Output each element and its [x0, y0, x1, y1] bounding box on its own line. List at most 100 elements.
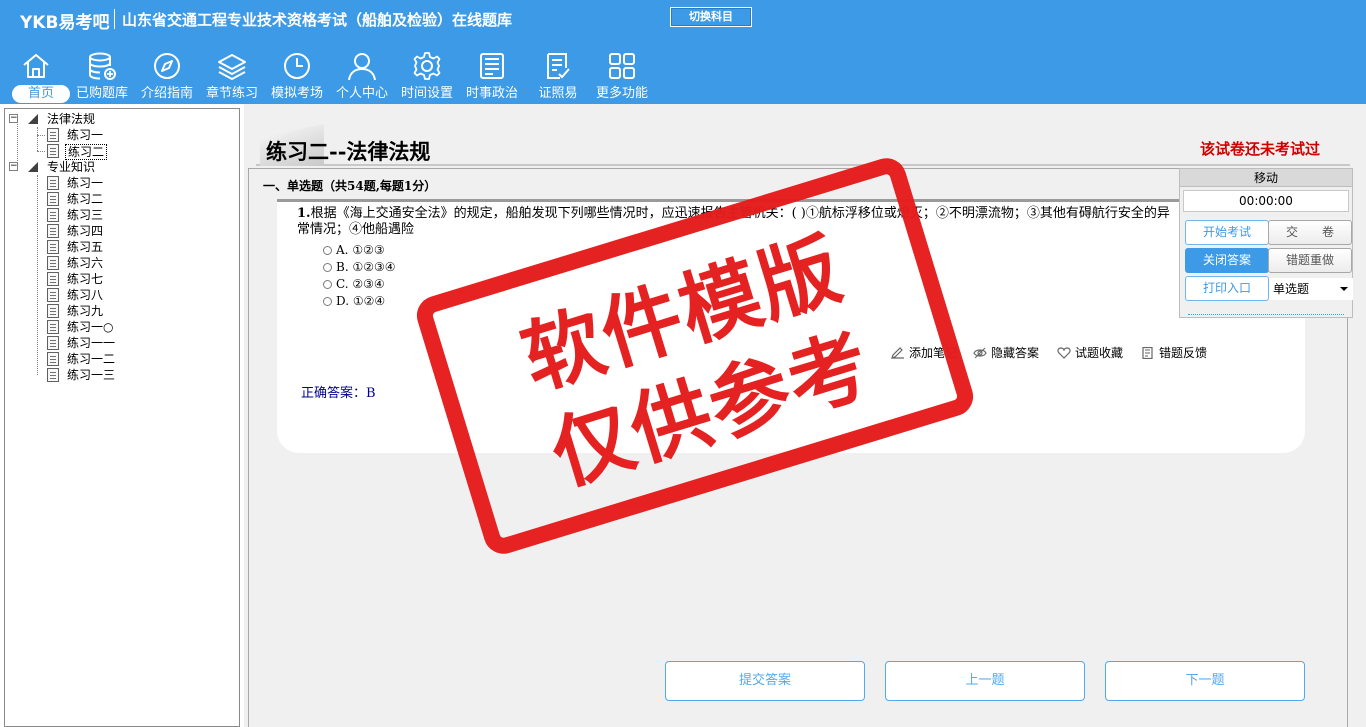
nav-label: 首页: [12, 85, 70, 103]
radio-icon[interactable]: [323, 297, 332, 306]
option-text: ①②③: [352, 243, 385, 257]
document-icon: [47, 336, 59, 350]
nav-guide[interactable]: 介绍指南: [135, 46, 199, 104]
tree-node-label: 练习一二: [67, 352, 116, 366]
tree-connector: [37, 127, 38, 151]
nav-more[interactable]: 更多功能: [590, 46, 654, 104]
nav-time-settings[interactable]: 时间设置: [395, 46, 459, 104]
document-icon: [47, 224, 59, 238]
tree-connector: [17, 119, 18, 167]
collapse-icon[interactable]: −: [9, 162, 18, 171]
next-question-button[interactable]: 下一题: [1105, 661, 1305, 701]
start-exam-button[interactable]: 开始考试: [1185, 220, 1269, 245]
exam-control-panel: 移动 00:00:00 开始考试 交 卷 关闭答案 错题重做 打印入口 单选题: [1179, 168, 1353, 318]
tool-label: 错题反馈: [1159, 346, 1208, 360]
title-bar: 练习二--法律法规 该试卷还未考试过: [256, 124, 1350, 166]
tree-node-label: 练习一: [67, 128, 104, 142]
exercise-tree: − 法律法规 练习一 练习二 − 专业知识 练习一 练习二 练习三 练习四 练习…: [4, 108, 240, 727]
close-answer-button[interactable]: 关闭答案: [1185, 248, 1269, 273]
option-b[interactable]: B. ①②③④: [323, 259, 396, 275]
tree-node-label: 练习一: [67, 176, 104, 190]
nav-mock-exam[interactable]: 模拟考场: [265, 46, 329, 104]
exam-timer: 00:00:00: [1183, 190, 1349, 212]
document-icon: [47, 272, 59, 286]
tool-label: 试题收藏: [1075, 346, 1124, 360]
answer-label: 正确答案：: [301, 386, 367, 401]
hand-in-button[interactable]: 交 卷: [1268, 220, 1352, 245]
nav-label: 个人中心: [335, 86, 388, 101]
heart-icon: [1057, 347, 1071, 359]
nav-label: 模拟考场: [270, 86, 323, 101]
prev-question-button[interactable]: 上一题: [885, 661, 1085, 701]
nav-label: 已购题库: [75, 86, 128, 101]
radio-icon[interactable]: [323, 280, 332, 289]
redo-wrong-button[interactable]: 错题重做: [1268, 248, 1352, 273]
print-entry-button[interactable]: 打印入口: [1185, 276, 1269, 301]
page-title: 练习二--法律法规: [266, 139, 431, 164]
document-icon: [47, 176, 59, 190]
radio-icon[interactable]: [323, 246, 332, 255]
nav-profile[interactable]: 个人中心: [330, 46, 394, 104]
tree-node-label: 专业知识: [47, 160, 96, 174]
tree-node-label: 练习六: [67, 256, 104, 270]
app-logo: YKB易考吧: [20, 13, 110, 33]
feedback-icon: [1142, 347, 1153, 359]
nav-label: 时间设置: [400, 86, 453, 101]
nav-label: 章节练习: [205, 86, 258, 101]
tree-connector: [37, 175, 38, 375]
eye-icon: [973, 347, 987, 359]
chevron-down-icon: [1340, 287, 1348, 291]
document-icon: [47, 208, 59, 222]
submit-answer-button[interactable]: 提交答案: [665, 661, 865, 701]
tree-node-label: 练习二: [67, 192, 104, 206]
main-nav: 首页 已购题库 介绍指南 章节练习 模拟考场 个人中心 时间设置 时事政治 证照…: [0, 46, 680, 104]
option-text: ②③④: [352, 277, 385, 291]
collapse-icon[interactable]: −: [9, 114, 18, 123]
tree-node-label: 练习三: [67, 208, 104, 222]
document-icon: [47, 240, 59, 254]
panel-scroll-indicator: [1188, 312, 1344, 315]
tree-node-label: 练习九: [67, 304, 104, 318]
option-text: ①②④: [352, 294, 386, 308]
app-header: YKB易考吧 山东省交通工程专业技术资格考试（船舶及检验）在线题库 切换科目 首…: [0, 0, 1366, 104]
option-text: ①②③④: [352, 260, 396, 274]
user-icon: [348, 53, 376, 81]
option-letter: A.: [336, 243, 349, 257]
nav-purchased[interactable]: 已购题库: [70, 46, 134, 104]
option-letter: C.: [336, 277, 349, 291]
nav-label: 时事政治: [465, 86, 518, 101]
document-icon: [47, 144, 59, 158]
nav-chapter[interactable]: 章节练习: [200, 46, 264, 104]
tree-node-label: 练习七: [67, 272, 104, 286]
home-icon: [23, 54, 49, 78]
option-d[interactable]: D. ①②④: [323, 293, 385, 309]
switch-subject-button[interactable]: 切换科目: [670, 7, 752, 27]
question-type-select[interactable]: 单选题: [1269, 278, 1353, 300]
grid-icon: [609, 53, 635, 79]
tree-node-label: 练习八: [67, 288, 104, 302]
tree-node-label: 练习二: [65, 144, 108, 160]
tool-label: 隐藏答案: [991, 346, 1040, 360]
app-title: 山东省交通工程专业技术资格考试（船舶及检验）在线题库: [122, 11, 513, 29]
newspaper-icon: [480, 53, 504, 79]
section-header: 一、单选题（共54题,每题1分）: [263, 179, 437, 193]
nav-certificate[interactable]: 证照易: [526, 46, 590, 104]
database-icon: [89, 52, 116, 80]
option-c[interactable]: C. ②③④: [323, 276, 385, 292]
nav-politics[interactable]: 时事政治: [460, 46, 524, 104]
tree-node-label: 练习五: [67, 240, 104, 254]
option-a[interactable]: A. ①②③: [323, 242, 385, 258]
clock-icon: [284, 53, 310, 79]
panel-drag-handle[interactable]: 移动: [1180, 169, 1352, 187]
expanded-triangle-icon: [28, 114, 38, 124]
tree-node-label: 练习一一: [67, 336, 116, 350]
answer-value: B: [366, 386, 376, 401]
tree-node-label: 练习一○: [67, 320, 114, 334]
radio-icon[interactable]: [323, 263, 332, 272]
exam-status-text: 该试卷还未考试过: [1199, 140, 1320, 158]
nav-home[interactable]: 首页: [4, 46, 70, 104]
nav-label: 更多功能: [595, 86, 648, 101]
document-icon: [47, 368, 59, 382]
document-icon: [47, 304, 59, 318]
option-letter: B.: [336, 260, 349, 274]
